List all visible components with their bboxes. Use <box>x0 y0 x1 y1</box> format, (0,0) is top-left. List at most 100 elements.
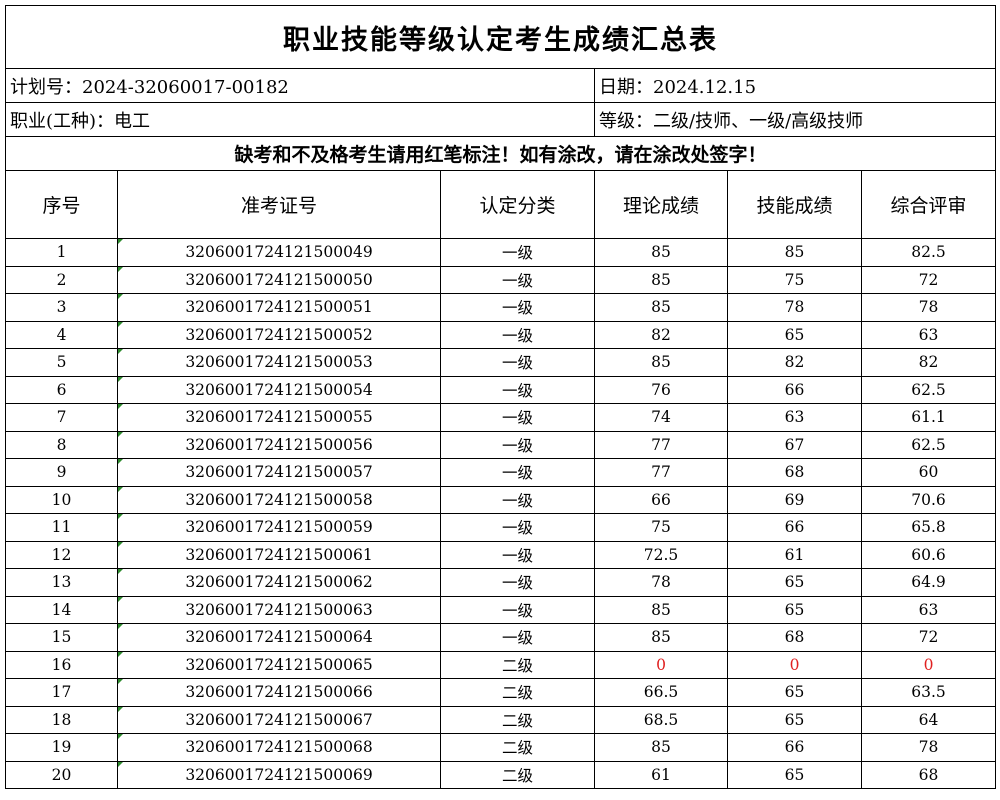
cell-ticket: 3206001724121500051 <box>117 293 441 322</box>
cell-review: 63 <box>860 595 997 624</box>
table-row: 20 3206001724121500069 二级 61 65 68 <box>5 760 997 789</box>
cell-category: 一级 <box>440 375 595 404</box>
table-row: 5 3206001724121500053 一级 85 82 82 <box>5 348 997 377</box>
cell-review: 65.8 <box>860 513 997 542</box>
cell-no: 7 <box>5 403 118 432</box>
table-row: 3 3206001724121500051 一级 85 78 78 <box>5 293 997 322</box>
cell-ticket: 3206001724121500064 <box>117 623 441 652</box>
cell-review: 60.6 <box>860 540 997 569</box>
cell-theory: 85 <box>594 238 728 267</box>
cell-review: 63.5 <box>860 678 997 707</box>
cell-ticket: 3206001724121500052 <box>117 320 441 349</box>
cell-theory: 77 <box>594 458 728 487</box>
cell-review: 68 <box>860 760 997 789</box>
cell-no: 10 <box>5 485 118 514</box>
cell-category: 一级 <box>440 265 595 294</box>
cell-skill: 63 <box>727 403 862 432</box>
cell-theory: 85 <box>594 733 728 762</box>
table-row: 19 3206001724121500068 二级 85 66 78 <box>5 733 997 762</box>
cell-no: 16 <box>5 650 118 679</box>
cell-category: 一级 <box>440 348 595 377</box>
table-row: 7 3206001724121500055 一级 74 63 61.1 <box>5 403 997 432</box>
cell-review: 62.5 <box>860 375 997 404</box>
cell-ticket: 3206001724121500069 <box>117 760 441 789</box>
cell-review: 62.5 <box>860 430 997 459</box>
cell-review: 61.1 <box>860 403 997 432</box>
cell-skill: 67 <box>727 430 862 459</box>
table-row: 10 3206001724121500058 一级 66 69 70.6 <box>5 485 997 514</box>
cell-review: 63 <box>860 320 997 349</box>
score-summary-table: 职业技能等级认定考生成绩汇总表 计划号：2024-32060017-00182 … <box>4 5 997 789</box>
cell-skill: 75 <box>727 265 862 294</box>
cell-no: 4 <box>5 320 118 349</box>
cell-ticket: 3206001724121500053 <box>117 348 441 377</box>
cell-ticket: 3206001724121500055 <box>117 403 441 432</box>
cell-category: 一级 <box>440 513 595 542</box>
column-header-row: 序号 准考证号 认定分类 理论成绩 技能成绩 综合评审 <box>5 170 997 239</box>
cell-theory: 85 <box>594 623 728 652</box>
table-row: 15 3206001724121500064 一级 85 68 72 <box>5 623 997 652</box>
cell-review: 82.5 <box>860 238 997 267</box>
cell-skill: 85 <box>727 238 862 267</box>
cell-skill: 65 <box>727 678 862 707</box>
table-row: 8 3206001724121500056 一级 77 67 62.5 <box>5 430 997 459</box>
column-header-ticket: 准考证号 <box>117 170 441 239</box>
cell-review: 70.6 <box>860 485 997 514</box>
cell-category: 二级 <box>440 705 595 734</box>
table-row: 17 3206001724121500066 二级 66.5 65 63.5 <box>5 678 997 707</box>
cell-review: 78 <box>860 733 997 762</box>
table-row: 12 3206001724121500061 一级 72.5 61 60.6 <box>5 540 997 569</box>
cell-no: 13 <box>5 568 118 597</box>
cell-theory: 61 <box>594 760 728 789</box>
cell-category: 一级 <box>440 430 595 459</box>
cell-ticket: 3206001724121500054 <box>117 375 441 404</box>
cell-category: 一级 <box>440 293 595 322</box>
cell-theory: 75 <box>594 513 728 542</box>
table-row: 13 3206001724121500062 一级 78 65 64.9 <box>5 568 997 597</box>
cell-theory: 76 <box>594 375 728 404</box>
table-row: 16 3206001724121500065 二级 0 0 0 <box>5 650 997 679</box>
cell-skill: 68 <box>727 458 862 487</box>
cell-category: 一级 <box>440 238 595 267</box>
cell-theory: 66.5 <box>594 678 728 707</box>
table-row: 2 3206001724121500050 一级 85 75 72 <box>5 265 997 294</box>
table-row: 11 3206001724121500059 一级 75 66 65.8 <box>5 513 997 542</box>
cell-no: 15 <box>5 623 118 652</box>
cell-ticket: 3206001724121500056 <box>117 430 441 459</box>
cell-skill: 61 <box>727 540 862 569</box>
cell-category: 二级 <box>440 760 595 789</box>
cell-theory: 82 <box>594 320 728 349</box>
cell-no: 11 <box>5 513 118 542</box>
cell-ticket: 3206001724121500057 <box>117 458 441 487</box>
cell-category: 一级 <box>440 320 595 349</box>
sheet-title: 职业技能等级认定考生成绩汇总表 <box>4 5 997 69</box>
cell-no: 17 <box>5 678 118 707</box>
cell-skill: 65 <box>727 320 862 349</box>
cell-skill: 68 <box>727 623 862 652</box>
column-header-no: 序号 <box>5 170 118 239</box>
cell-ticket: 3206001724121500066 <box>117 678 441 707</box>
cell-ticket: 3206001724121500065 <box>117 650 441 679</box>
cell-no: 2 <box>5 265 118 294</box>
cell-review: 64 <box>860 705 997 734</box>
cell-review: 60 <box>860 458 997 487</box>
table-row: 1 3206001724121500049 一级 85 85 82.5 <box>5 238 997 267</box>
cell-theory: 85 <box>594 348 728 377</box>
cell-skill: 66 <box>727 733 862 762</box>
cell-category: 一级 <box>440 540 595 569</box>
cell-ticket: 3206001724121500061 <box>117 540 441 569</box>
occupation: 职业(工种)：电工 <box>5 102 595 137</box>
cell-category: 二级 <box>440 733 595 762</box>
cell-category: 一级 <box>440 623 595 652</box>
cell-ticket: 3206001724121500050 <box>117 265 441 294</box>
cell-skill: 65 <box>727 705 862 734</box>
table-row: 9 3206001724121500057 一级 77 68 60 <box>5 458 997 487</box>
cell-skill: 65 <box>727 595 862 624</box>
cell-review: 64.9 <box>860 568 997 597</box>
cell-category: 一级 <box>440 485 595 514</box>
cell-review: 72 <box>860 265 997 294</box>
exam-date: 日期：2024.12.15 <box>593 68 997 103</box>
cell-skill: 78 <box>727 293 862 322</box>
cell-ticket: 3206001724121500068 <box>117 733 441 762</box>
cell-category: 二级 <box>440 678 595 707</box>
